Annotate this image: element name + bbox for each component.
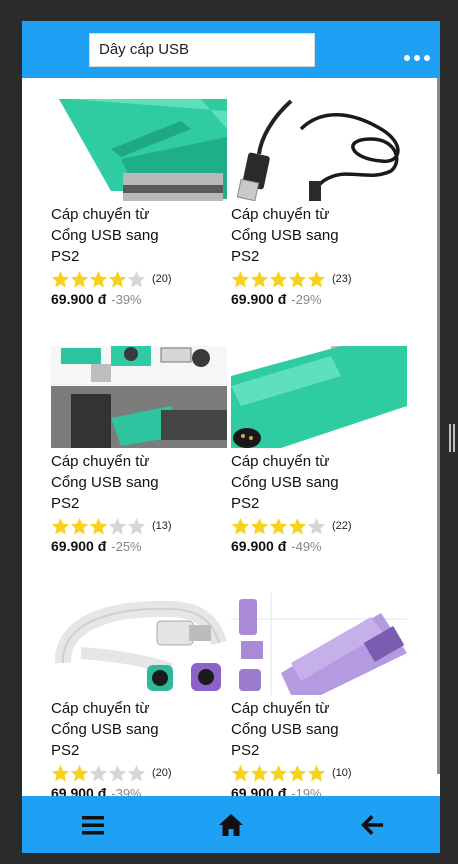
star-icon [51,270,70,287]
review-count: (20) [152,767,172,779]
price: 69.900 đ [231,291,287,307]
price-row: 69.900 đ -39% [51,291,227,307]
product-title: Cáp chuyển từ Cổng USB sang PS2 [231,700,339,759]
star-icon [307,764,326,781]
product-image [231,593,407,695]
price: 69.900 đ [51,291,107,307]
product-card[interactable]: Cáp chuyển từ Cổng USB sang PS2 (10) 69.… [231,593,407,796]
star-icon [89,517,108,534]
price-row: 69.900 đ -25% [51,538,227,554]
product-grid: Cáp chuyển từ Cổng USB sang PS2 (20) 69.… [22,78,440,796]
rating-row: (13) [51,516,227,536]
star-icon [288,517,307,534]
price: 69.900 đ [231,538,287,554]
home-icon[interactable] [217,811,245,839]
discount-badge: -25% [111,539,142,554]
discount-badge: -29% [291,292,322,307]
star-icon [127,270,146,287]
product-image [231,346,407,448]
star-icon [127,517,146,534]
price-row: 69.900 đ -49% [231,538,407,554]
star-icon [269,764,288,781]
more-dots-icon[interactable] [404,51,430,65]
star-icon [70,517,89,534]
rating-row: (10) [231,763,407,783]
price: 69.900 đ [51,785,107,796]
rating-row: (22) [231,516,407,536]
discount-badge: -39% [111,292,142,307]
bottom-navigation [22,796,440,853]
review-count: (13) [152,520,172,532]
product-title: Cáp chuyển từ Cổng USB sang PS2 [231,206,339,265]
product-card[interactable]: Cáp chuyển từ Cổng USB sang PS2 (20) 69.… [51,593,227,796]
rating-row: (20) [51,269,227,289]
star-icon [70,764,89,781]
star-icon [231,517,250,534]
app-window: Dây cáp USB Cáp chuyển từ Cổng USB sang … [22,21,440,853]
discount-badge: -49% [291,539,322,554]
product-image [51,99,227,201]
product-card[interactable]: Cáp chuyển từ Cổng USB sang PS2 (23) 69.… [231,99,407,307]
star-rating [231,764,326,783]
star-icon [108,764,127,781]
search-input[interactable]: Dây cáp USB [89,33,315,67]
star-icon [231,270,250,287]
star-icon [108,270,127,287]
star-icon [70,270,89,287]
rating-row: (20) [51,763,227,783]
star-icon [89,270,108,287]
price-row: 69.900 đ -29% [231,291,407,307]
star-rating [51,517,146,536]
review-count: (10) [332,767,352,779]
discount-badge: -19% [291,786,322,796]
star-icon [250,517,269,534]
back-arrow-icon[interactable] [358,811,386,839]
rating-row: (23) [231,269,407,289]
star-icon [269,517,288,534]
review-count: (20) [152,273,172,285]
star-icon [288,764,307,781]
star-icon [89,764,108,781]
product-image [51,346,227,448]
product-image [231,99,407,201]
price-row: 69.900 đ -39% [51,785,227,796]
star-icon [288,270,307,287]
star-icon [250,764,269,781]
star-icon [108,517,127,534]
price: 69.900 đ [231,785,287,796]
price: 69.900 đ [51,538,107,554]
hamburger-menu-icon[interactable] [79,811,107,839]
star-icon [250,270,269,287]
star-icon [51,517,70,534]
header-bar: Dây cáp USB [22,21,440,78]
star-rating [51,270,146,289]
scrollbar[interactable] [437,78,440,774]
window-resize-grip[interactable] [449,424,455,452]
product-title: Cáp chuyển từ Cổng USB sang PS2 [231,453,339,512]
product-title: Cáp chuyển từ Cổng USB sang PS2 [51,206,159,265]
star-icon [51,764,70,781]
product-image [51,593,227,695]
product-title: Cáp chuyển từ Cổng USB sang PS2 [51,453,159,512]
review-count: (23) [332,273,352,285]
price-row: 69.900 đ -19% [231,785,407,796]
star-rating [51,764,146,783]
product-card[interactable]: Cáp chuyển từ Cổng USB sang PS2 (13) 69.… [51,346,227,554]
star-icon [307,517,326,534]
star-icon [231,764,250,781]
star-icon [269,270,288,287]
star-icon [127,764,146,781]
product-card[interactable]: Cáp chuyển từ Cổng USB sang PS2 (22) 69.… [231,346,407,554]
star-rating [231,270,326,289]
product-card[interactable]: Cáp chuyển từ Cổng USB sang PS2 (20) 69.… [51,99,227,307]
star-rating [231,517,326,536]
star-icon [307,270,326,287]
review-count: (22) [332,520,352,532]
discount-badge: -39% [111,786,142,796]
product-title: Cáp chuyển từ Cổng USB sang PS2 [51,700,159,759]
